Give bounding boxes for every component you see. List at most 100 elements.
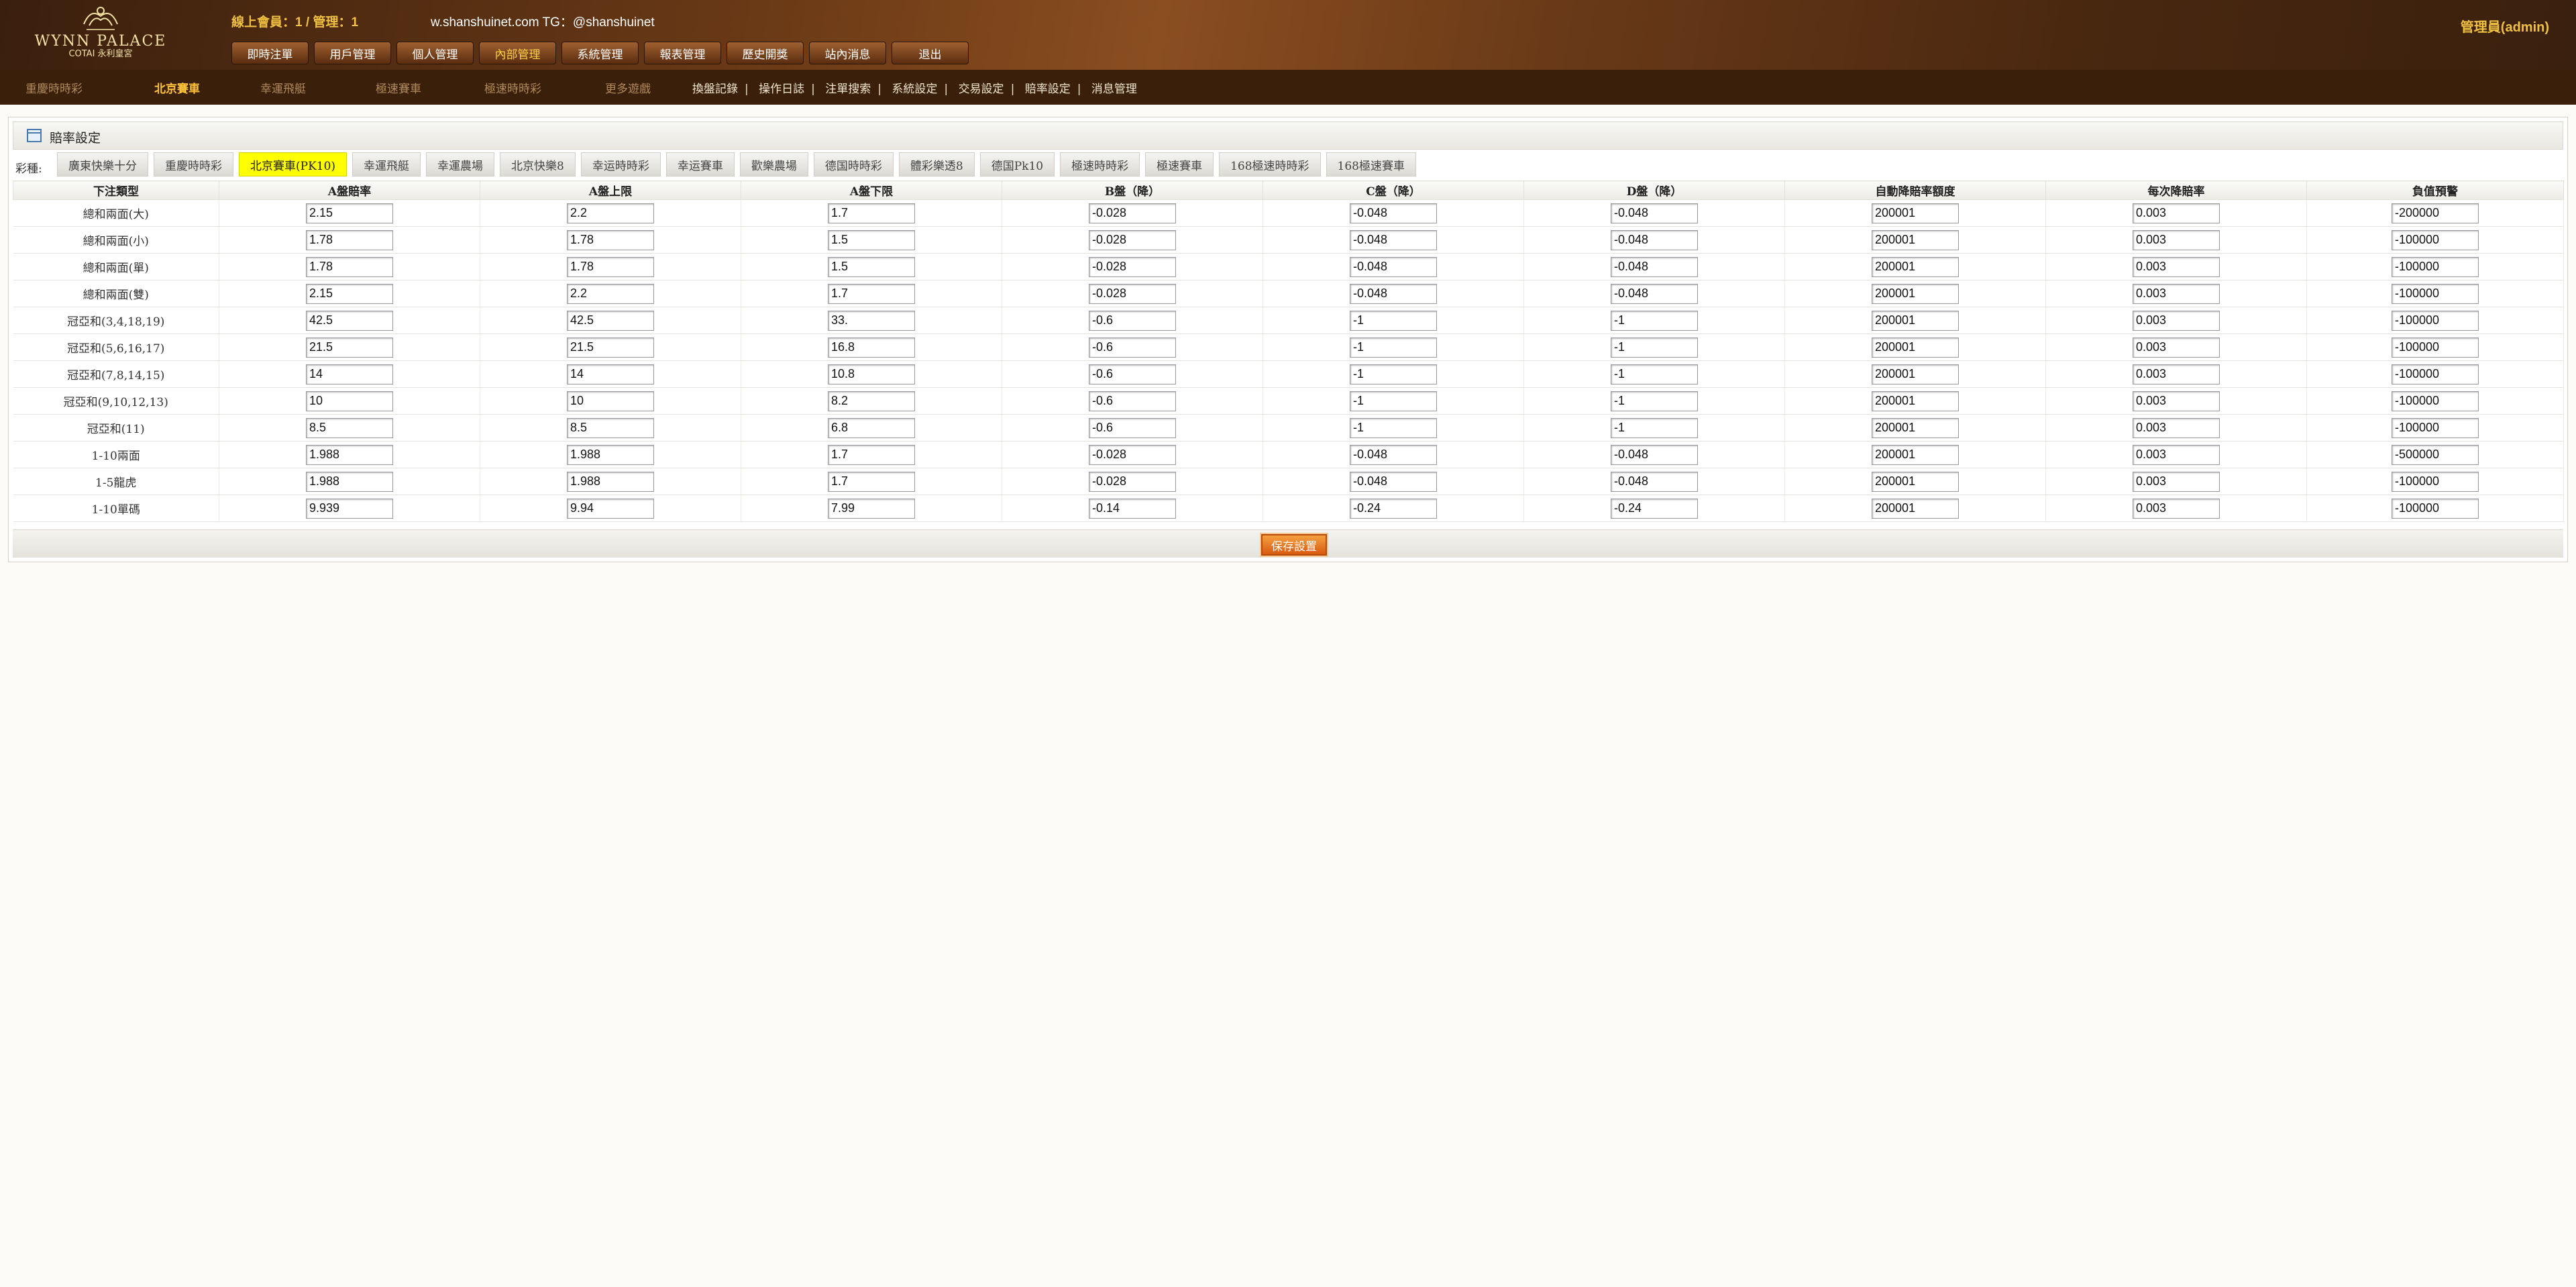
nav-user-management[interactable]: 用戶管理 xyxy=(314,42,391,64)
odds-input[interactable] xyxy=(2133,444,2220,465)
odds-input[interactable] xyxy=(1089,256,1176,277)
odds-input[interactable] xyxy=(567,203,654,223)
odds-input[interactable] xyxy=(306,417,393,438)
link-odds-settings[interactable]: 賠率設定 xyxy=(1025,83,1071,96)
odds-input[interactable] xyxy=(567,229,654,250)
odds-input[interactable] xyxy=(1350,391,1437,411)
odds-input[interactable] xyxy=(1350,283,1437,304)
odds-input[interactable] xyxy=(1611,229,1698,250)
odds-input[interactable] xyxy=(2392,444,2479,465)
lottery-tab[interactable]: 幸運飛艇 xyxy=(352,152,421,176)
odds-input[interactable] xyxy=(1089,417,1176,438)
odds-input[interactable] xyxy=(1872,498,1959,519)
odds-input[interactable] xyxy=(567,256,654,277)
odds-input[interactable] xyxy=(567,391,654,411)
lottery-tab[interactable]: 北京快樂8 xyxy=(500,152,576,176)
odds-input[interactable] xyxy=(2133,310,2220,331)
odds-input[interactable] xyxy=(828,310,915,331)
odds-input[interactable] xyxy=(306,444,393,465)
lottery-tab[interactable]: 168極速賽車 xyxy=(1326,152,1416,176)
odds-input[interactable] xyxy=(1611,417,1698,438)
odds-input[interactable] xyxy=(828,498,915,519)
odds-input[interactable] xyxy=(1089,444,1176,465)
odds-input[interactable] xyxy=(2133,283,2220,304)
lottery-tab[interactable]: 幸运時時彩 xyxy=(580,152,661,176)
odds-input[interactable] xyxy=(1350,471,1437,492)
lottery-tab[interactable]: 幸運農場 xyxy=(426,152,495,176)
lottery-tab[interactable]: 德国Pk10 xyxy=(979,152,1055,176)
odds-input[interactable] xyxy=(1611,391,1698,411)
odds-input[interactable] xyxy=(567,471,654,492)
odds-input[interactable] xyxy=(1350,337,1437,358)
nav-logout[interactable]: 退出 xyxy=(892,42,969,64)
odds-input[interactable] xyxy=(306,203,393,223)
odds-input[interactable] xyxy=(1089,471,1176,492)
odds-input[interactable] xyxy=(1611,471,1698,492)
odds-input[interactable] xyxy=(567,364,654,384)
odds-input[interactable] xyxy=(1872,337,1959,358)
odds-input[interactable] xyxy=(1089,391,1176,411)
odds-input[interactable] xyxy=(567,417,654,438)
odds-input[interactable] xyxy=(306,391,393,411)
game-speed-ssc[interactable]: 極速時時彩 xyxy=(484,79,541,96)
link-trade-settings[interactable]: 交易設定 xyxy=(959,83,1004,96)
odds-input[interactable] xyxy=(2133,498,2220,519)
odds-input[interactable] xyxy=(1872,364,1959,384)
odds-input[interactable] xyxy=(1350,417,1437,438)
odds-input[interactable] xyxy=(2133,229,2220,250)
lottery-tab[interactable]: 廣東快樂十分 xyxy=(57,152,148,176)
odds-input[interactable] xyxy=(1350,364,1437,384)
odds-input[interactable] xyxy=(567,283,654,304)
game-more[interactable]: 更多遊戲 xyxy=(605,79,651,96)
odds-input[interactable] xyxy=(2133,256,2220,277)
lottery-tab[interactable]: 極速賽車 xyxy=(1145,152,1214,176)
lottery-tab[interactable]: 體彩樂透8 xyxy=(898,152,975,176)
save-button[interactable]: 保存設置 xyxy=(1261,534,1327,556)
odds-input[interactable] xyxy=(2133,364,2220,384)
game-lucky-boat[interactable]: 幸運飛艇 xyxy=(260,79,306,96)
odds-input[interactable] xyxy=(828,364,915,384)
odds-input[interactable] xyxy=(2133,471,2220,492)
odds-input[interactable] xyxy=(306,310,393,331)
odds-input[interactable] xyxy=(1089,203,1176,223)
odds-input[interactable] xyxy=(1611,444,1698,465)
odds-input[interactable] xyxy=(2392,203,2479,223)
lottery-tab[interactable]: 重慶時時彩 xyxy=(154,152,233,176)
odds-input[interactable] xyxy=(1611,364,1698,384)
odds-input[interactable] xyxy=(1872,203,1959,223)
game-cqssc[interactable]: 重慶時時彩 xyxy=(25,79,83,96)
nav-messages[interactable]: 站內消息 xyxy=(809,42,886,64)
odds-input[interactable] xyxy=(1611,337,1698,358)
odds-input[interactable] xyxy=(2392,283,2479,304)
nav-personal[interactable]: 個人管理 xyxy=(396,42,474,64)
odds-input[interactable] xyxy=(2133,203,2220,223)
odds-input[interactable] xyxy=(1350,256,1437,277)
odds-input[interactable] xyxy=(567,444,654,465)
odds-input[interactable] xyxy=(1872,283,1959,304)
odds-input[interactable] xyxy=(1350,498,1437,519)
odds-input[interactable] xyxy=(828,471,915,492)
odds-input[interactable] xyxy=(1611,203,1698,223)
odds-input[interactable] xyxy=(1872,391,1959,411)
link-change-log[interactable]: 換盤記錄 xyxy=(692,83,738,96)
lottery-tab[interactable]: 北京賽車(PK10) xyxy=(239,152,347,176)
game-speed-racing[interactable]: 極速賽車 xyxy=(376,79,421,96)
nav-live-bets[interactable]: 即時注單 xyxy=(231,42,309,64)
odds-input[interactable] xyxy=(828,283,915,304)
odds-input[interactable] xyxy=(1611,498,1698,519)
odds-input[interactable] xyxy=(2392,471,2479,492)
odds-input[interactable] xyxy=(2133,417,2220,438)
odds-input[interactable] xyxy=(828,229,915,250)
lottery-tab[interactable]: 極速時時彩 xyxy=(1060,152,1140,176)
odds-input[interactable] xyxy=(2392,229,2479,250)
odds-input[interactable] xyxy=(1611,310,1698,331)
lottery-tab[interactable]: 德国時時彩 xyxy=(813,152,894,176)
odds-input[interactable] xyxy=(1872,229,1959,250)
odds-input[interactable] xyxy=(1872,444,1959,465)
odds-input[interactable] xyxy=(1350,229,1437,250)
odds-input[interactable] xyxy=(1611,256,1698,277)
odds-input[interactable] xyxy=(306,229,393,250)
link-bet-search[interactable]: 注單搜索 xyxy=(825,83,871,96)
odds-input[interactable] xyxy=(828,417,915,438)
odds-input[interactable] xyxy=(2133,391,2220,411)
